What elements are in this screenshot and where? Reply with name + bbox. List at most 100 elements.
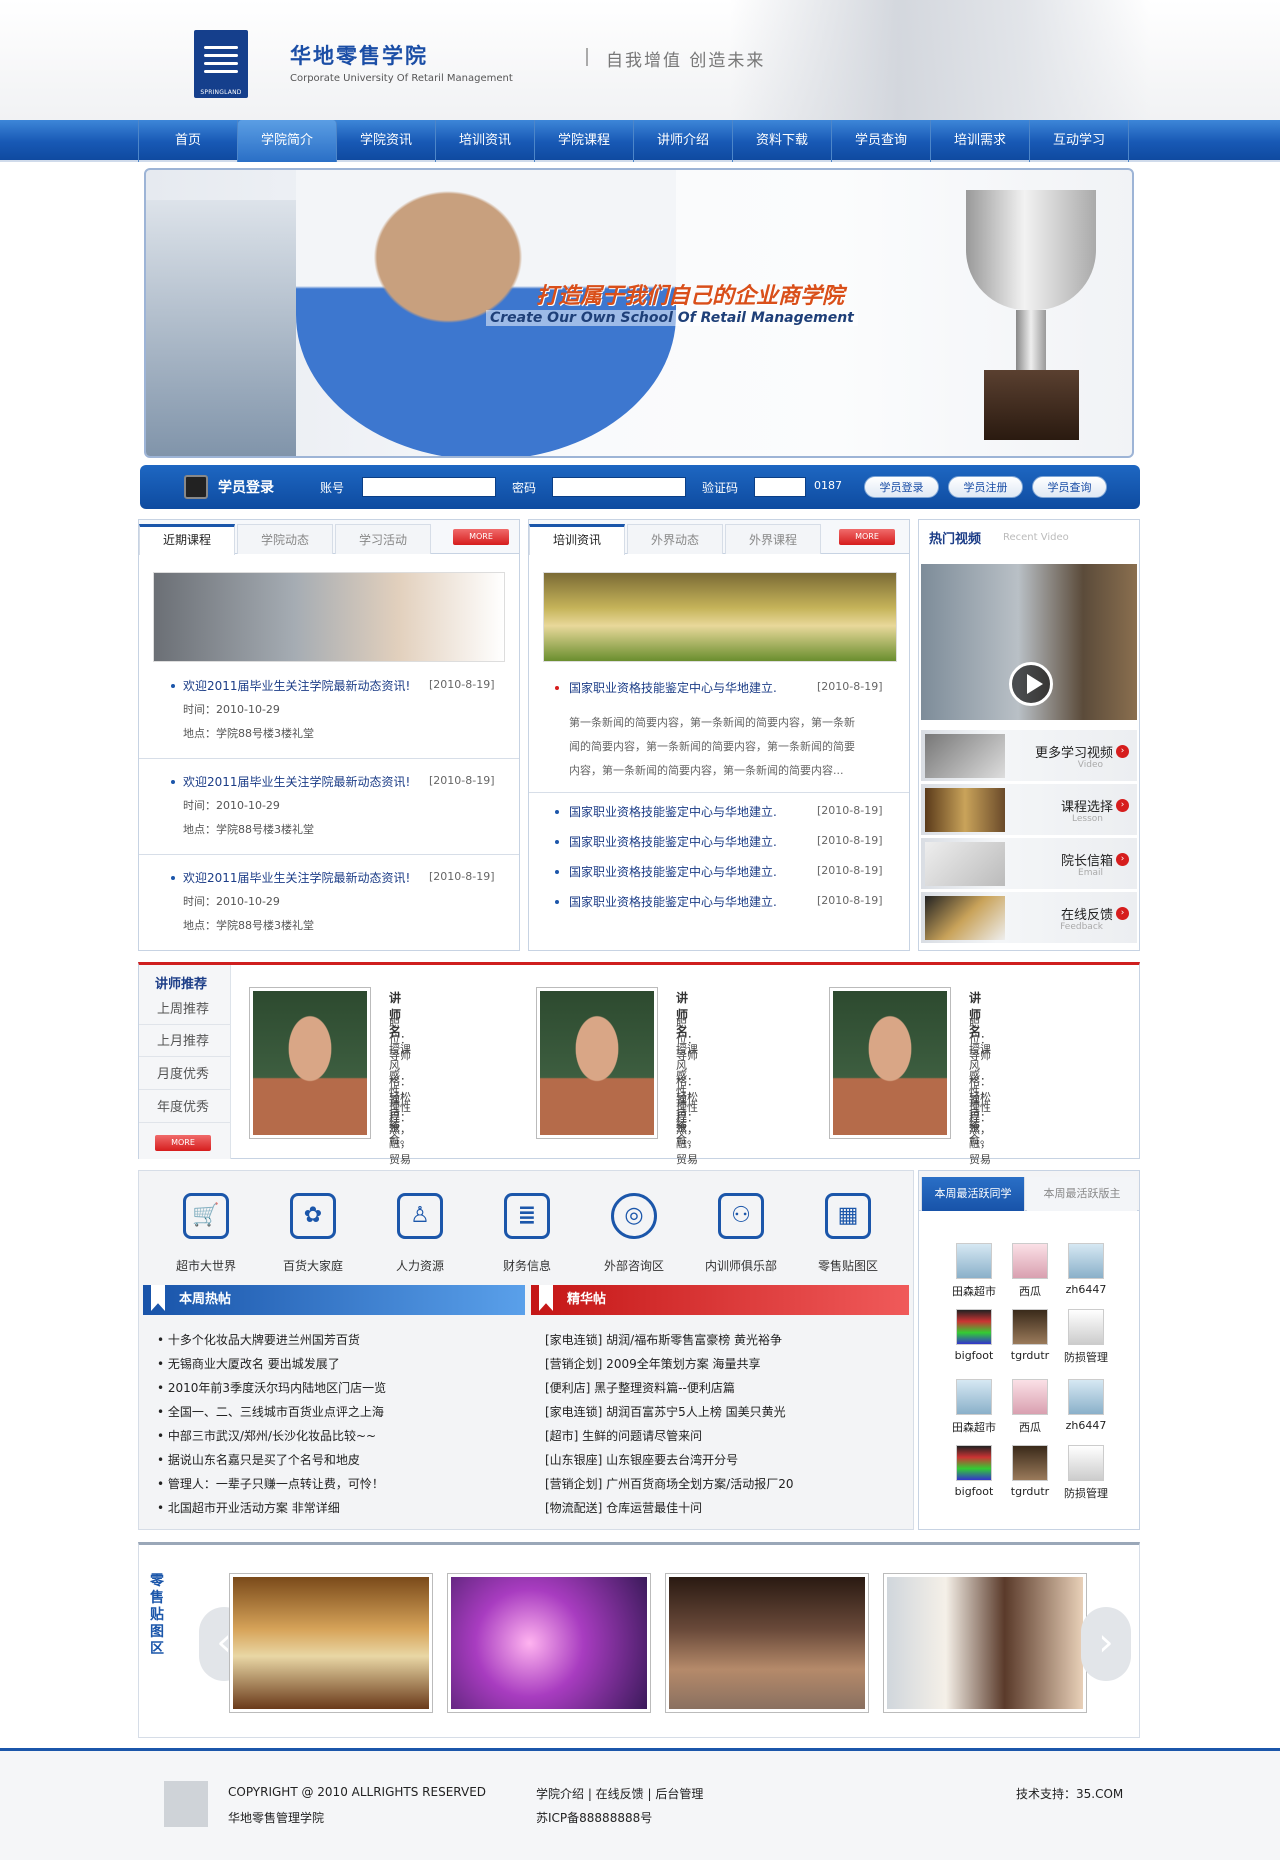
training-item-date: [2010-8-19] — [817, 834, 883, 847]
hot-post-item[interactable]: • 全国一、二、三线城市百货业点评之上海 — [157, 1403, 384, 1420]
user-item[interactable]: 防损管理 — [1059, 1445, 1113, 1501]
play-icon[interactable] — [1009, 662, 1053, 706]
course-title[interactable]: 欢迎2011届毕业生关注学院最新动态资讯! — [183, 677, 410, 694]
forum-label: 超市大世界 — [175, 1259, 236, 1273]
training-tabs: 培训资讯 外界动态 外界课程 MORE — [529, 520, 909, 555]
teacher-tab-last-week[interactable]: 上周推荐 — [139, 995, 231, 1025]
account-input[interactable] — [362, 477, 496, 497]
forum-supermarket[interactable]: 🛒 超市大世界 — [161, 1193, 251, 1274]
best-post-item[interactable]: [家电连锁] 胡润/福布斯零售富豪榜 黄光裕争 — [545, 1331, 782, 1348]
training-item-title[interactable]: 国家职业资格技能鉴定中心与华地建立. — [569, 893, 777, 910]
hot-post-item[interactable]: • 无锡商业大厦改名 要出城发展了 — [157, 1355, 340, 1372]
gallery-image[interactable] — [665, 1573, 869, 1713]
forum-hr[interactable]: ♙ 人力资源 — [375, 1193, 465, 1274]
forum-retail-gallery[interactable]: ▦ 零售贴图区 — [803, 1193, 893, 1274]
nav-item-training[interactable]: 培训资讯 — [436, 120, 535, 162]
teachers-more-button[interactable]: MORE — [155, 1135, 211, 1151]
forum-department-store[interactable]: ✿ 百货大家庭 — [268, 1193, 358, 1274]
hero-banner[interactable]: 打造属于我们自己的企业商学院 Create Our Own School Of … — [144, 168, 1134, 458]
tab-training-news[interactable]: 培训资讯 — [529, 524, 625, 555]
best-post-item[interactable]: [营销企划] 2009全年策划方案 海量共享 — [545, 1355, 761, 1372]
tab-college-news[interactable]: 学院动态 — [237, 524, 333, 554]
tab-external-courses[interactable]: 外界课程 — [725, 524, 821, 554]
logo-text: SPRINGLAND — [200, 89, 242, 96]
nav-item-interactive[interactable]: 互动学习 — [1030, 120, 1129, 162]
password-input[interactable] — [552, 477, 686, 497]
hot-post-item[interactable]: • 2010年前3季度沃尔玛内陆地区门店一览 — [157, 1379, 386, 1396]
course-title[interactable]: 欢迎2011届毕业生关注学院最新动态资讯! — [183, 773, 410, 790]
user-item[interactable]: 西瓜 — [1003, 1243, 1057, 1299]
teacher-tab-last-month[interactable]: 上月推荐 — [139, 1027, 231, 1057]
nav-item-home[interactable]: 首页 — [139, 120, 238, 162]
teacher-info: 金融，贸易 — [676, 1121, 698, 1166]
arrow-right-icon: › — [1116, 799, 1129, 812]
teacher-tab-monthly[interactable]: 月度优秀 — [139, 1060, 231, 1090]
nav-item-student-query[interactable]: 学员查询 — [832, 120, 931, 162]
gallery-image[interactable] — [883, 1573, 1087, 1713]
tab-external-news[interactable]: 外界动态 — [627, 524, 723, 554]
forum-consulting[interactable]: ◎ 外部咨询区 — [589, 1193, 679, 1274]
best-post-item[interactable]: [物流配送] 仓库运营最佳十问 — [545, 1499, 702, 1516]
nav-item-about[interactable]: 学院简介 — [238, 120, 337, 162]
training-item-title[interactable]: 国家职业资格技能鉴定中心与华地建立. — [569, 803, 777, 820]
online-feedback-link[interactable]: 在线反馈 Feedback › — [921, 892, 1137, 944]
logo[interactable]: SPRINGLAND — [194, 30, 248, 98]
gallery-image[interactable] — [447, 1573, 651, 1713]
president-mailbox-link[interactable]: 院长信箱 Email › — [921, 838, 1137, 890]
tab-study-activity[interactable]: 学习活动 — [335, 524, 431, 554]
user-name: 田森超市 — [952, 1285, 996, 1298]
training-item-title[interactable]: 国家职业资格技能鉴定中心与华地建立. — [569, 833, 777, 850]
user-item[interactable]: tgrdutr — [1003, 1309, 1057, 1362]
training-item-date: [2010-8-19] — [817, 864, 883, 877]
student-register-button[interactable]: 学员注册 — [948, 476, 1023, 498]
training-more-button[interactable]: MORE — [839, 529, 895, 545]
captcha-input[interactable] — [754, 477, 806, 497]
training-item-title[interactable]: 国家职业资格技能鉴定中心与华地建立. — [569, 863, 777, 880]
user-item[interactable]: 防损管理 — [1059, 1309, 1113, 1365]
courses-more-button[interactable]: MORE — [453, 529, 509, 545]
video-thumbnail[interactable] — [921, 564, 1137, 720]
user-item[interactable]: 田森超市 — [947, 1379, 1001, 1435]
nav-item-downloads[interactable]: 资料下载 — [733, 120, 832, 162]
student-login-button[interactable]: 学员登录 — [864, 476, 939, 498]
student-query-button[interactable]: 学员查询 — [1032, 476, 1107, 498]
user-item[interactable]: 田森超市 — [947, 1243, 1001, 1299]
course-place: 地点：学院88号楼3楼礼堂 — [183, 919, 314, 932]
best-post-item[interactable]: [超市] 生鲜的问题请尽管来问 — [545, 1427, 702, 1444]
footer-links[interactable]: 学院介绍 | 在线反馈 | 后台管理 — [536, 1785, 703, 1802]
hot-post-item[interactable]: • 北国超市开业活动方案 非常详细 — [157, 1499, 340, 1516]
gallery-image[interactable] — [229, 1573, 433, 1713]
hot-post-item[interactable]: • 十多个化妆品大牌要进兰州国芳百货 — [157, 1331, 360, 1348]
chevron-right-icon[interactable]: › — [1081, 1607, 1131, 1681]
more-videos-link[interactable]: 更多学习视频 Video › — [921, 730, 1137, 782]
teacher-tab-yearly[interactable]: 年度优秀 — [139, 1093, 231, 1123]
hot-post-item[interactable]: • 管理人：一辈子只赚一点转让费，可怜！ — [157, 1475, 384, 1492]
nav-item-news[interactable]: 学院资讯 — [337, 120, 436, 162]
training-lead-title[interactable]: 国家职业资格技能鉴定中心与华地建立. — [569, 679, 777, 696]
nav-item-courses[interactable]: 学院课程 — [535, 120, 634, 162]
hot-post-item[interactable]: • 中部三市武汉/郑州/长沙化妆品比较~~ — [157, 1427, 376, 1444]
user-item[interactable]: zh6447 — [1059, 1243, 1113, 1296]
best-post-item[interactable]: [山东银座] 山东银座要去台湾开分号 — [545, 1451, 738, 1468]
forum-finance[interactable]: ≣ 财务信息 — [482, 1193, 572, 1274]
course-selection-link[interactable]: 课程选择 Lesson › — [921, 784, 1137, 836]
nav-item-teachers[interactable]: 讲师介绍 — [634, 120, 733, 162]
tab-active-moderators[interactable]: 本周最活跃版主 — [1027, 1177, 1137, 1211]
best-post-item[interactable]: [营销企划] 广州百货商场全划方案/活动报厂20 — [545, 1475, 794, 1492]
course-title[interactable]: 欢迎2011届毕业生关注学院最新动态资讯! — [183, 869, 410, 886]
user-item[interactable]: tgrdutr — [1003, 1445, 1057, 1498]
nav-item-demand[interactable]: 培训需求 — [931, 120, 1030, 162]
tab-recent-courses[interactable]: 近期课程 — [139, 524, 235, 555]
forum-label: 内训师俱乐部 — [704, 1259, 777, 1273]
user-name: 防损管理 — [1064, 1487, 1108, 1500]
user-item[interactable]: zh6447 — [1059, 1379, 1113, 1432]
avatar — [1012, 1309, 1048, 1345]
tab-active-students[interactable]: 本周最活跃同学 — [921, 1177, 1025, 1211]
best-post-item[interactable]: [家电连锁] 胡润百富苏宁5人上榜 国美只黄光 — [545, 1403, 786, 1420]
user-item[interactable]: 西瓜 — [1003, 1379, 1057, 1435]
hot-post-item[interactable]: • 据说山东名嘉只是买了个名号和地皮 — [157, 1451, 360, 1468]
forum-trainer-club[interactable]: ⚇ 内训师俱乐部 — [696, 1193, 786, 1274]
best-post-item[interactable]: [便利店] 黑子整理资料篇--便利店篇 — [545, 1379, 735, 1396]
user-item[interactable]: bigfoot — [947, 1445, 1001, 1498]
user-item[interactable]: bigfoot — [947, 1309, 1001, 1362]
